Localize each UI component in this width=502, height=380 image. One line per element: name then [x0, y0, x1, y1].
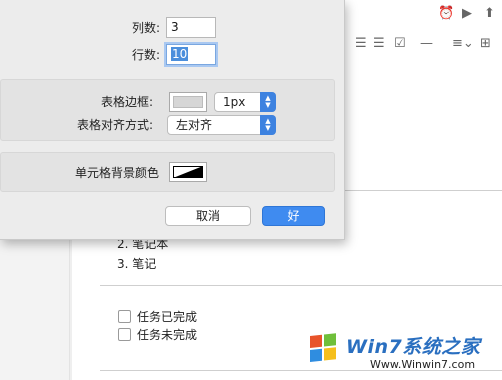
- alarm-clock-icon[interactable]: ⏰: [438, 6, 454, 22]
- rows-input[interactable]: 10: [166, 44, 216, 65]
- columns-input[interactable]: 3: [166, 17, 216, 38]
- cell-bg-color-swatch[interactable]: [169, 162, 207, 182]
- divider: [100, 285, 502, 286]
- chevron-updown-icon: ▲ ▼: [260, 92, 276, 112]
- border-color-swatch[interactable]: [169, 92, 207, 112]
- bulleted-list-icon[interactable]: ☰: [373, 36, 385, 52]
- watermark-brand: Win7系统之家: [346, 336, 481, 358]
- numbered-list-icon[interactable]: ☰: [355, 36, 367, 52]
- border-label: 表格边框:: [100, 95, 153, 109]
- border-width-select[interactable]: 1px ▲ ▼: [214, 92, 276, 112]
- align-value: 左对齐: [176, 118, 213, 132]
- list-item[interactable]: 3. 笔记: [117, 256, 156, 272]
- border-width-value: 1px: [223, 95, 246, 109]
- align-icon[interactable]: ≡⌄: [452, 36, 474, 52]
- rows-input-value: 10: [171, 47, 189, 61]
- align-select[interactable]: 左对齐 ▲ ▼: [167, 115, 276, 135]
- table-icon[interactable]: ⊞: [480, 36, 491, 52]
- cell-style-section: 单元格背景颜色: [0, 152, 335, 192]
- share-icon[interactable]: ⬆: [484, 6, 495, 22]
- toolbar: ⏰ ▶ ⬆ ☰ ☰ ☑ — ≡⌄ ⊞: [340, 0, 502, 60]
- horizontal-rule-icon[interactable]: —: [420, 36, 433, 52]
- task-checkbox[interactable]: [118, 310, 131, 323]
- no-color-icon: [173, 166, 203, 178]
- task-checkbox[interactable]: [118, 328, 131, 341]
- align-label: 表格对齐方式:: [76, 118, 153, 132]
- chevron-updown-icon: ▲ ▼: [260, 115, 276, 135]
- task-label[interactable]: 任务已完成: [137, 309, 197, 325]
- cancel-button[interactable]: 取消: [165, 206, 251, 226]
- table-insert-dialog: 列数: 3 行数: 10 表格边框: 1px ▲ ▼ 表格对齐方式: 左对齐 ▲ ▼…: [0, 0, 345, 240]
- cell-bg-label: 单元格背景颜色: [74, 166, 159, 180]
- watermark: Win7系统之家 Www.Winwin7.com: [300, 328, 500, 378]
- table-style-section: 表格边框: 1px ▲ ▼ 表格对齐方式: 左对齐 ▲ ▼: [0, 79, 335, 141]
- ok-button[interactable]: 好: [262, 206, 325, 226]
- present-icon[interactable]: ▶: [462, 6, 472, 22]
- checkbox-icon[interactable]: ☑: [394, 36, 406, 52]
- watermark-url: Www.Winwin7.com: [370, 358, 476, 371]
- task-label[interactable]: 任务未完成: [137, 327, 197, 343]
- rows-label: 行数:: [131, 48, 160, 62]
- columns-label: 列数:: [131, 21, 160, 35]
